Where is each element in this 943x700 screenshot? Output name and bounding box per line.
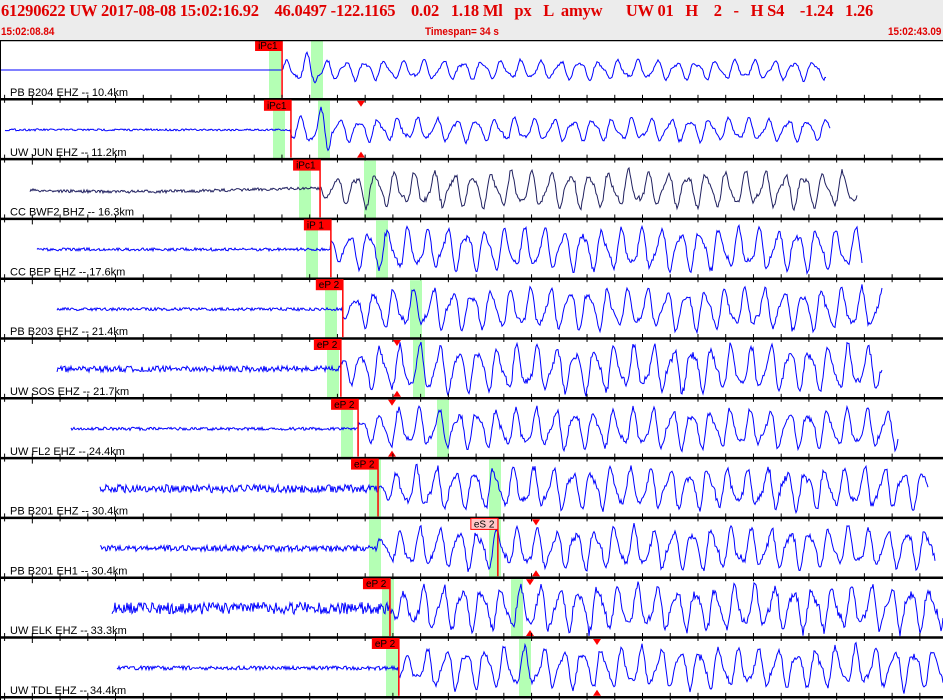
event-summary: 61290622 UW 2017-08-08 15:02:16.92 46.04… xyxy=(1,1,874,20)
pick-label: eP 2 xyxy=(334,400,355,411)
pick-label: iPc1 xyxy=(296,161,316,172)
waveform[interactable] xyxy=(0,51,827,84)
station-label: UW SOS EHZ -- 21.7km xyxy=(10,386,129,398)
amplitude-marker-icon xyxy=(532,519,540,526)
amplitude-marker-icon xyxy=(593,689,601,696)
station-label: PB B204 EHZ -- 10.4km xyxy=(10,87,128,99)
pick-label: eS 2 xyxy=(474,519,495,530)
amplitude-marker-icon xyxy=(532,570,540,577)
time-window xyxy=(311,41,323,99)
station-label: UW FL2 EHZ -- 24.4km xyxy=(10,446,125,458)
time-window xyxy=(376,220,388,279)
station-label: PB B201 EHZ -- 30.4km xyxy=(10,506,128,518)
pick-label: eP 2 xyxy=(375,639,396,650)
station-label: PB B203 EHZ -- 21.4km xyxy=(10,326,128,338)
pick-label: iP 1 xyxy=(307,220,324,231)
waveform[interactable] xyxy=(111,581,943,637)
waveform[interactable] xyxy=(70,404,899,453)
amplitude-marker-icon xyxy=(388,450,396,457)
waveform[interactable] xyxy=(29,166,858,212)
start-time: 15:02:08.84 xyxy=(1,26,55,38)
pick-label: iPc1 xyxy=(267,101,287,112)
pick-label: eP 2 xyxy=(366,579,387,590)
pick-label: eP 2 xyxy=(317,340,338,351)
end-time: 15:02:43.09 xyxy=(887,26,942,38)
waveform[interactable] xyxy=(4,106,831,152)
amplitude-marker-icon xyxy=(526,630,534,636)
station-label: UW JUN EHZ -- 11.2km xyxy=(10,147,127,159)
waveform[interactable] xyxy=(99,523,936,572)
waveform[interactable] xyxy=(56,341,883,397)
station-label: CC BEP EHZ -- 17.6km xyxy=(10,266,125,278)
station-label: UW ELK EHZ -- 33.3km xyxy=(10,625,127,637)
amplitude-marker-icon xyxy=(357,151,365,158)
pick-label: eP 2 xyxy=(354,460,375,471)
pick-label: iPc1 xyxy=(258,41,278,52)
seismogram-panel[interactable]: iPc1 PB B204 EHZ -- 10.4km iPc1 UW JUN EHZ … xyxy=(0,40,943,700)
station-label: UW TDL EHZ -- 34.4km xyxy=(10,685,126,697)
waveform[interactable] xyxy=(99,463,929,515)
amplitude-marker-icon xyxy=(388,399,396,406)
station-label: PB B201 EH1 -- 30.4km xyxy=(10,565,127,577)
waveform[interactable] xyxy=(36,223,863,275)
amplitude-marker-icon xyxy=(526,579,534,586)
waveform[interactable] xyxy=(56,284,883,335)
time-window xyxy=(410,280,422,338)
amplitude-marker-icon xyxy=(357,100,365,107)
timespan-label: Timespan= 34 s xyxy=(425,26,499,38)
pick-label: eP 2 xyxy=(319,280,340,291)
event-header: 61290622 UW 2017-08-08 15:02:16.92 46.04… xyxy=(0,0,943,40)
amplitude-marker-icon xyxy=(393,390,401,397)
amplitude-marker-icon xyxy=(593,639,601,645)
